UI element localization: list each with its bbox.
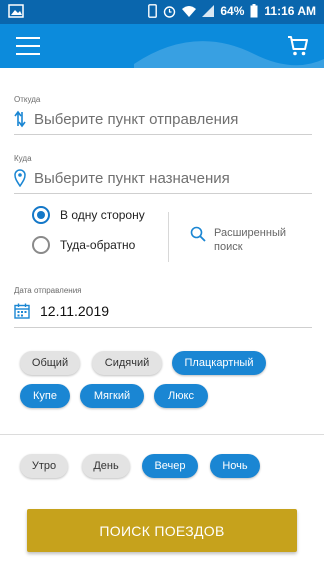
battery-icon [250,4,258,18]
calendar-icon [14,303,30,319]
wifi-icon [182,6,197,17]
vertical-divider [168,212,169,262]
radio-round-trip[interactable]: Туда-обратно [32,236,145,254]
battery-percent: 64% [220,4,245,18]
section-divider [0,434,324,435]
to-label: Куда [14,154,32,163]
chip-car-type-soft[interactable]: Мягкий [80,384,144,408]
from-placeholder: Выберите пункт отправления [34,110,239,128]
advanced-search-label: Расширенный поиск [214,227,286,253]
advanced-search-button[interactable]: Расширенный поиск [190,226,294,254]
hamburger-icon-bar [16,45,40,47]
radio-one-way-label: В одну сторону [60,208,145,222]
radio-selected-icon [32,206,50,224]
hamburger-icon-bar [16,37,40,39]
app-bar [0,24,324,68]
clock: 11:16 AM [264,4,316,18]
chip-car-type-lux[interactable]: Люкс [154,384,208,408]
cart-icon[interactable] [286,34,310,58]
chip-time-morning[interactable]: Утро [20,454,68,478]
chip-car-type-platskart[interactable]: Плацкартный [172,351,266,375]
menu-button[interactable] [16,37,40,55]
from-field[interactable]: Откуда Выберите пункт отправления [14,95,312,135]
chip-time-night[interactable]: Ночь [210,454,260,478]
chip-car-type-seated[interactable]: Сидячий [92,351,162,375]
status-bar: 64% 11:16 AM [0,0,324,24]
search-icon [190,226,206,242]
date-value: 12.11.2019 [40,303,110,319]
to-placeholder: Выберите пункт назначения [34,169,230,187]
swap-vertical-icon[interactable] [14,110,26,128]
location-pin-icon [14,169,26,187]
radio-round-trip-label: Туда-обратно [60,238,136,252]
date-field[interactable]: Дата отправления 12.11.2019 [14,286,312,328]
radio-one-way[interactable]: В одну сторону [32,206,145,224]
chip-time-day[interactable]: День [82,454,130,478]
date-label: Дата отправления [14,286,82,295]
chip-car-type-kupe[interactable]: Купе [20,384,70,408]
radio-unselected-icon [32,236,50,254]
from-label: Откуда [14,95,41,104]
phone-icon [148,4,158,18]
search-trains-button[interactable]: ПОИСК ПОЕЗДОВ [27,509,297,552]
alarm-icon [164,5,176,18]
image-notification-icon [8,4,24,18]
chip-time-evening[interactable]: Вечер [142,454,198,478]
signal-icon [202,5,215,17]
chip-car-type-general[interactable]: Общий [20,351,80,375]
hamburger-icon-bar [16,53,40,55]
to-field[interactable]: Куда Выберите пункт назначения [14,154,312,194]
trip-type-group: В одну сторону Туда-обратно [32,206,145,266]
